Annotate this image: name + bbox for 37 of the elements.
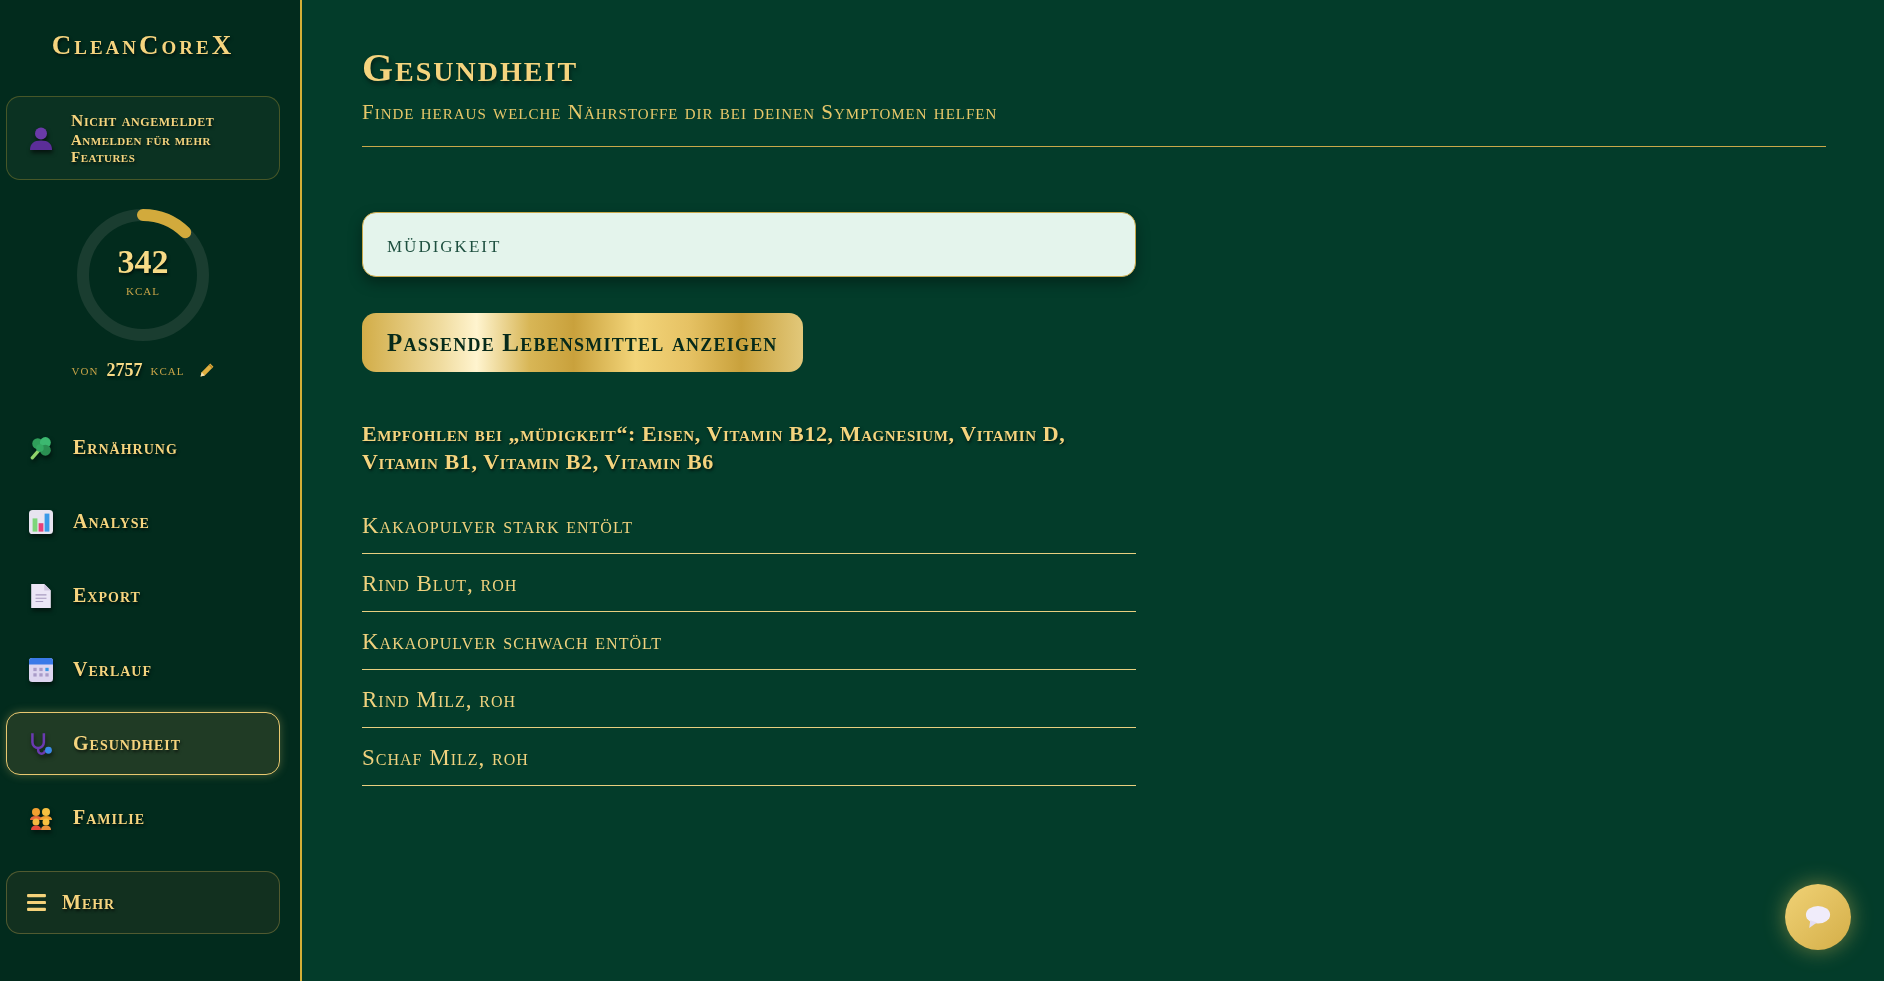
- nav-item[interactable]: Familie: [6, 786, 280, 849]
- bar-chart-icon: [29, 509, 53, 534]
- show-foods-button[interactable]: Passende Lebensmittel anzeigen: [362, 313, 803, 372]
- nav-item[interactable]: Gesundheit: [6, 712, 280, 775]
- calendar-icon: [29, 657, 53, 682]
- recommendation-text: Empfohlen bei „müdigkeit“: Eisen, Vitamin B12, Magnesium, Vitamin D, Vitamin B1, Vitamin B2, Vitamin B6: [362, 420, 1067, 476]
- app-logo: CleanCoreX: [51, 30, 235, 60]
- food-list-item[interactable]: Rind Milz, roh: [362, 670, 1136, 728]
- nav-item[interactable]: Export: [6, 564, 280, 627]
- calorie-value: 342: [117, 243, 169, 281]
- login-status: Nicht angemeldet: [71, 110, 215, 132]
- page-subtitle: Finde heraus welche Nährstoffe dir bei deinen Symptomen helfen: [362, 100, 998, 124]
- nav-item[interactable]: Ernährung: [6, 416, 280, 479]
- chat-button[interactable]: [1785, 884, 1851, 950]
- symptom-field[interactable]: müdigkeit: [362, 212, 1136, 277]
- people-icon: [29, 805, 53, 830]
- stethoscope-icon: [29, 731, 53, 756]
- user-card[interactable]: Nicht angemeldet Anmelden für mehr Features: [6, 96, 280, 180]
- goal-label: von: [71, 361, 99, 379]
- user-icon: [29, 126, 53, 150]
- calorie-unit: kcal: [126, 281, 160, 299]
- more-button[interactable]: Mehr: [6, 871, 280, 934]
- page-title: Gesundheit: [362, 46, 579, 90]
- speech-bubble-icon: [1805, 906, 1831, 928]
- food-list-item[interactable]: Kakaopulver stark entölt: [362, 496, 1136, 554]
- food-list-item[interactable]: Schaf Milz, roh: [362, 728, 1136, 786]
- goal-unit: kcal: [150, 361, 185, 379]
- food-list-item[interactable]: Rind Blut, roh: [362, 554, 1136, 612]
- food-list-item[interactable]: Kakaopulver schwach entölt: [362, 612, 1136, 670]
- login-hint: Anmelden für mehr Features: [71, 132, 212, 166]
- pencil-icon[interactable]: [200, 363, 215, 377]
- goal-value: 2757: [106, 359, 143, 381]
- nav-item[interactable]: Analyse: [6, 490, 280, 553]
- broccoli-icon: [29, 435, 53, 460]
- menu-icon: [27, 894, 46, 911]
- nav-item[interactable]: Verlauf: [6, 638, 280, 701]
- document-icon: [29, 583, 53, 608]
